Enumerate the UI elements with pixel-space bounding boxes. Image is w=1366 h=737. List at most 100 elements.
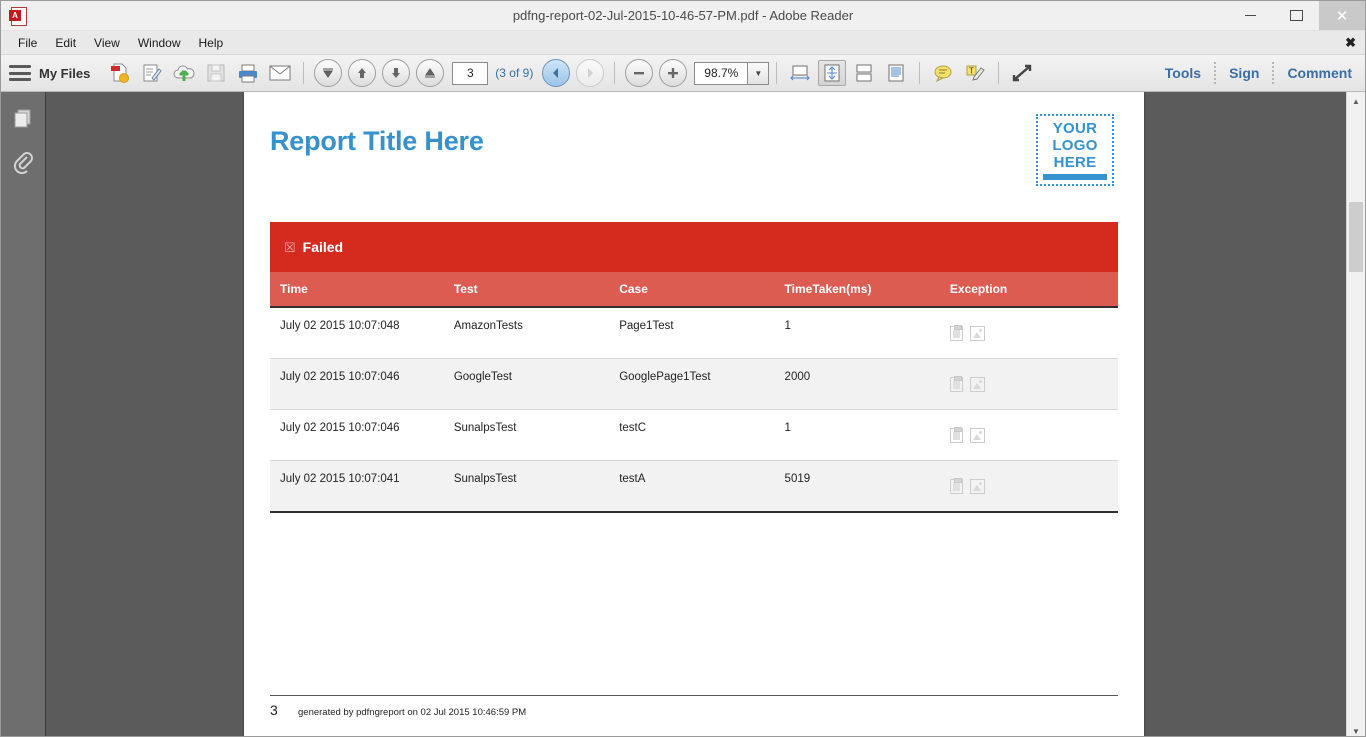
read-mode-icon[interactable] [882,60,910,86]
workspace: Report Title Here YOUR LOGO HERE ☒ Faile… [1,92,1365,736]
exception-screenshot-icon[interactable] [969,428,985,443]
cell-time: July 02 2015 10:07:046 [270,409,444,461]
cell-timetaken: 1 [774,307,940,359]
logo-line-3: HERE [1053,154,1097,171]
zoom-in-button[interactable] [659,59,688,87]
attachments-icon[interactable] [9,148,37,176]
column-header-test: Test [443,272,610,308]
vertical-scrollbar[interactable]: ▲ ▼ [1346,92,1365,736]
fit-width-icon[interactable] [786,60,814,86]
menu-toggle-icon[interactable] [9,65,31,81]
zoom-value-input[interactable]: 98.7% [694,61,748,85]
cell-test: SunalpsTest [443,409,610,461]
footer-page-number: 3 [270,702,278,718]
menu-item-edit[interactable]: Edit [46,34,85,52]
cell-timetaken: 2000 [774,358,940,410]
scroll-up-button[interactable]: ▲ [1347,92,1365,110]
main-toolbar: My Files 3 (3 of 9) 98.7% ▼ T Tools Sign… [1,55,1365,92]
menu-item-file[interactable]: File [9,34,46,52]
next-view-button[interactable] [576,59,605,87]
toolbar-separator-2 [614,62,616,84]
logo-line-2: LOGO [1052,137,1098,154]
fullscreen-icon[interactable] [1008,60,1036,86]
tools-button[interactable]: Tools [1152,65,1214,81]
scrollbar-thumb[interactable] [1349,202,1363,272]
exception-screenshot-icon[interactable] [969,479,985,494]
pdf-page: Report Title Here YOUR LOGO HERE ☒ Faile… [244,92,1144,736]
logo-line-1: YOUR [1052,120,1098,137]
last-page-button[interactable] [416,59,445,87]
report-title: Report Title Here [270,126,484,156]
cell-time: July 02 2015 10:07:041 [270,460,444,513]
cell-case: GooglePage1Test [609,358,775,410]
failed-tests-table: Time Test Case TimeTaken(ms) Exception J… [270,272,1118,513]
exception-screenshot-icon[interactable] [969,377,985,392]
window-controls: ✕ [1227,1,1365,30]
cell-exception [939,307,1118,359]
cell-timetaken: 5019 [774,460,940,513]
fit-page-icon[interactable] [818,60,847,86]
cell-exception [939,358,1118,410]
email-icon[interactable] [265,59,295,87]
svg-text:T: T [969,67,974,76]
edit-pdf-icon[interactable] [137,59,167,87]
pdf-app-icon: A [8,5,30,27]
upload-cloud-icon[interactable] [169,59,199,87]
table-header-row: Time Test Case TimeTaken(ms) Exception [270,272,1118,308]
adobe-reader-window: A pdfng-report-02-Jul-2015-10-46-57-PM.p… [0,0,1366,737]
page-number-input[interactable]: 3 [452,61,489,85]
table-row: July 02 2015 10:07:041 SunalpsTest testA… [270,460,1118,513]
close-button[interactable]: ✕ [1319,1,1365,30]
next-page-button[interactable] [382,59,411,87]
highlight-text-icon[interactable]: T [961,60,989,86]
failed-label: Failed [302,239,344,255]
cell-test: GoogleTest [443,358,610,410]
minimize-button[interactable] [1227,1,1273,30]
column-header-timetaken: TimeTaken(ms) [774,272,940,308]
menu-bar: File Edit View Window Help ✖ [1,31,1365,55]
print-icon[interactable] [233,59,263,87]
logo-underline [1043,174,1107,180]
menu-item-window[interactable]: Window [129,34,190,52]
menu-item-help[interactable]: Help [190,34,233,52]
my-files-button[interactable]: My Files [39,66,90,81]
previous-page-button[interactable] [348,59,377,87]
close-document-icon[interactable]: ✖ [1345,35,1356,51]
first-page-button[interactable] [314,59,343,87]
cell-case: Page1Test [609,307,775,359]
comment-icon[interactable] [929,60,957,86]
page-footer: 3 generated by pdfngreport on 02 Jul 201… [270,695,1118,718]
split-view-icon[interactable] [850,60,878,86]
toolbar-separator [303,62,305,84]
menu-item-view[interactable]: View [85,34,129,52]
comment-button[interactable]: Comment [1274,65,1365,81]
toolbar-separator-3 [776,62,778,84]
cell-time: July 02 2015 10:07:048 [270,307,444,359]
footer-generated-text: generated by pdfngreport on 02 Jul 2015 … [298,707,527,718]
maximize-button[interactable] [1273,1,1319,30]
report-header: Report Title Here YOUR LOGO HERE [270,114,1118,186]
cell-exception [939,409,1118,461]
page-thumbnails-icon[interactable] [9,104,37,132]
cell-test: SunalpsTest [443,460,610,513]
chevron-down-icon[interactable]: ▼ [747,61,770,85]
create-pdf-icon[interactable] [105,59,135,87]
window-title: pdfng-report-02-Jul-2015-10-46-57-PM.pdf… [512,8,854,23]
zoom-out-button[interactable] [625,59,654,87]
page-count-label: (3 of 9) [495,66,534,80]
cell-time: July 02 2015 10:07:046 [270,358,444,410]
title-bar: A pdfng-report-02-Jul-2015-10-46-57-PM.p… [1,1,1365,31]
save-icon[interactable] [201,59,231,87]
exception-log-icon[interactable] [949,325,963,341]
sign-button[interactable]: Sign [1216,65,1272,81]
failed-cross-icon: ☒ [284,239,296,255]
exception-log-icon[interactable] [949,376,963,392]
exception-log-icon[interactable] [949,478,963,494]
column-header-exception: Exception [939,272,1118,308]
document-view[interactable]: Report Title Here YOUR LOGO HERE ☒ Faile… [46,92,1346,736]
previous-view-button[interactable] [542,59,571,87]
cell-test: AmazonTests [443,307,610,359]
exception-screenshot-icon[interactable] [969,326,985,341]
scroll-down-button[interactable]: ▼ [1347,722,1365,736]
exception-log-icon[interactable] [949,427,963,443]
